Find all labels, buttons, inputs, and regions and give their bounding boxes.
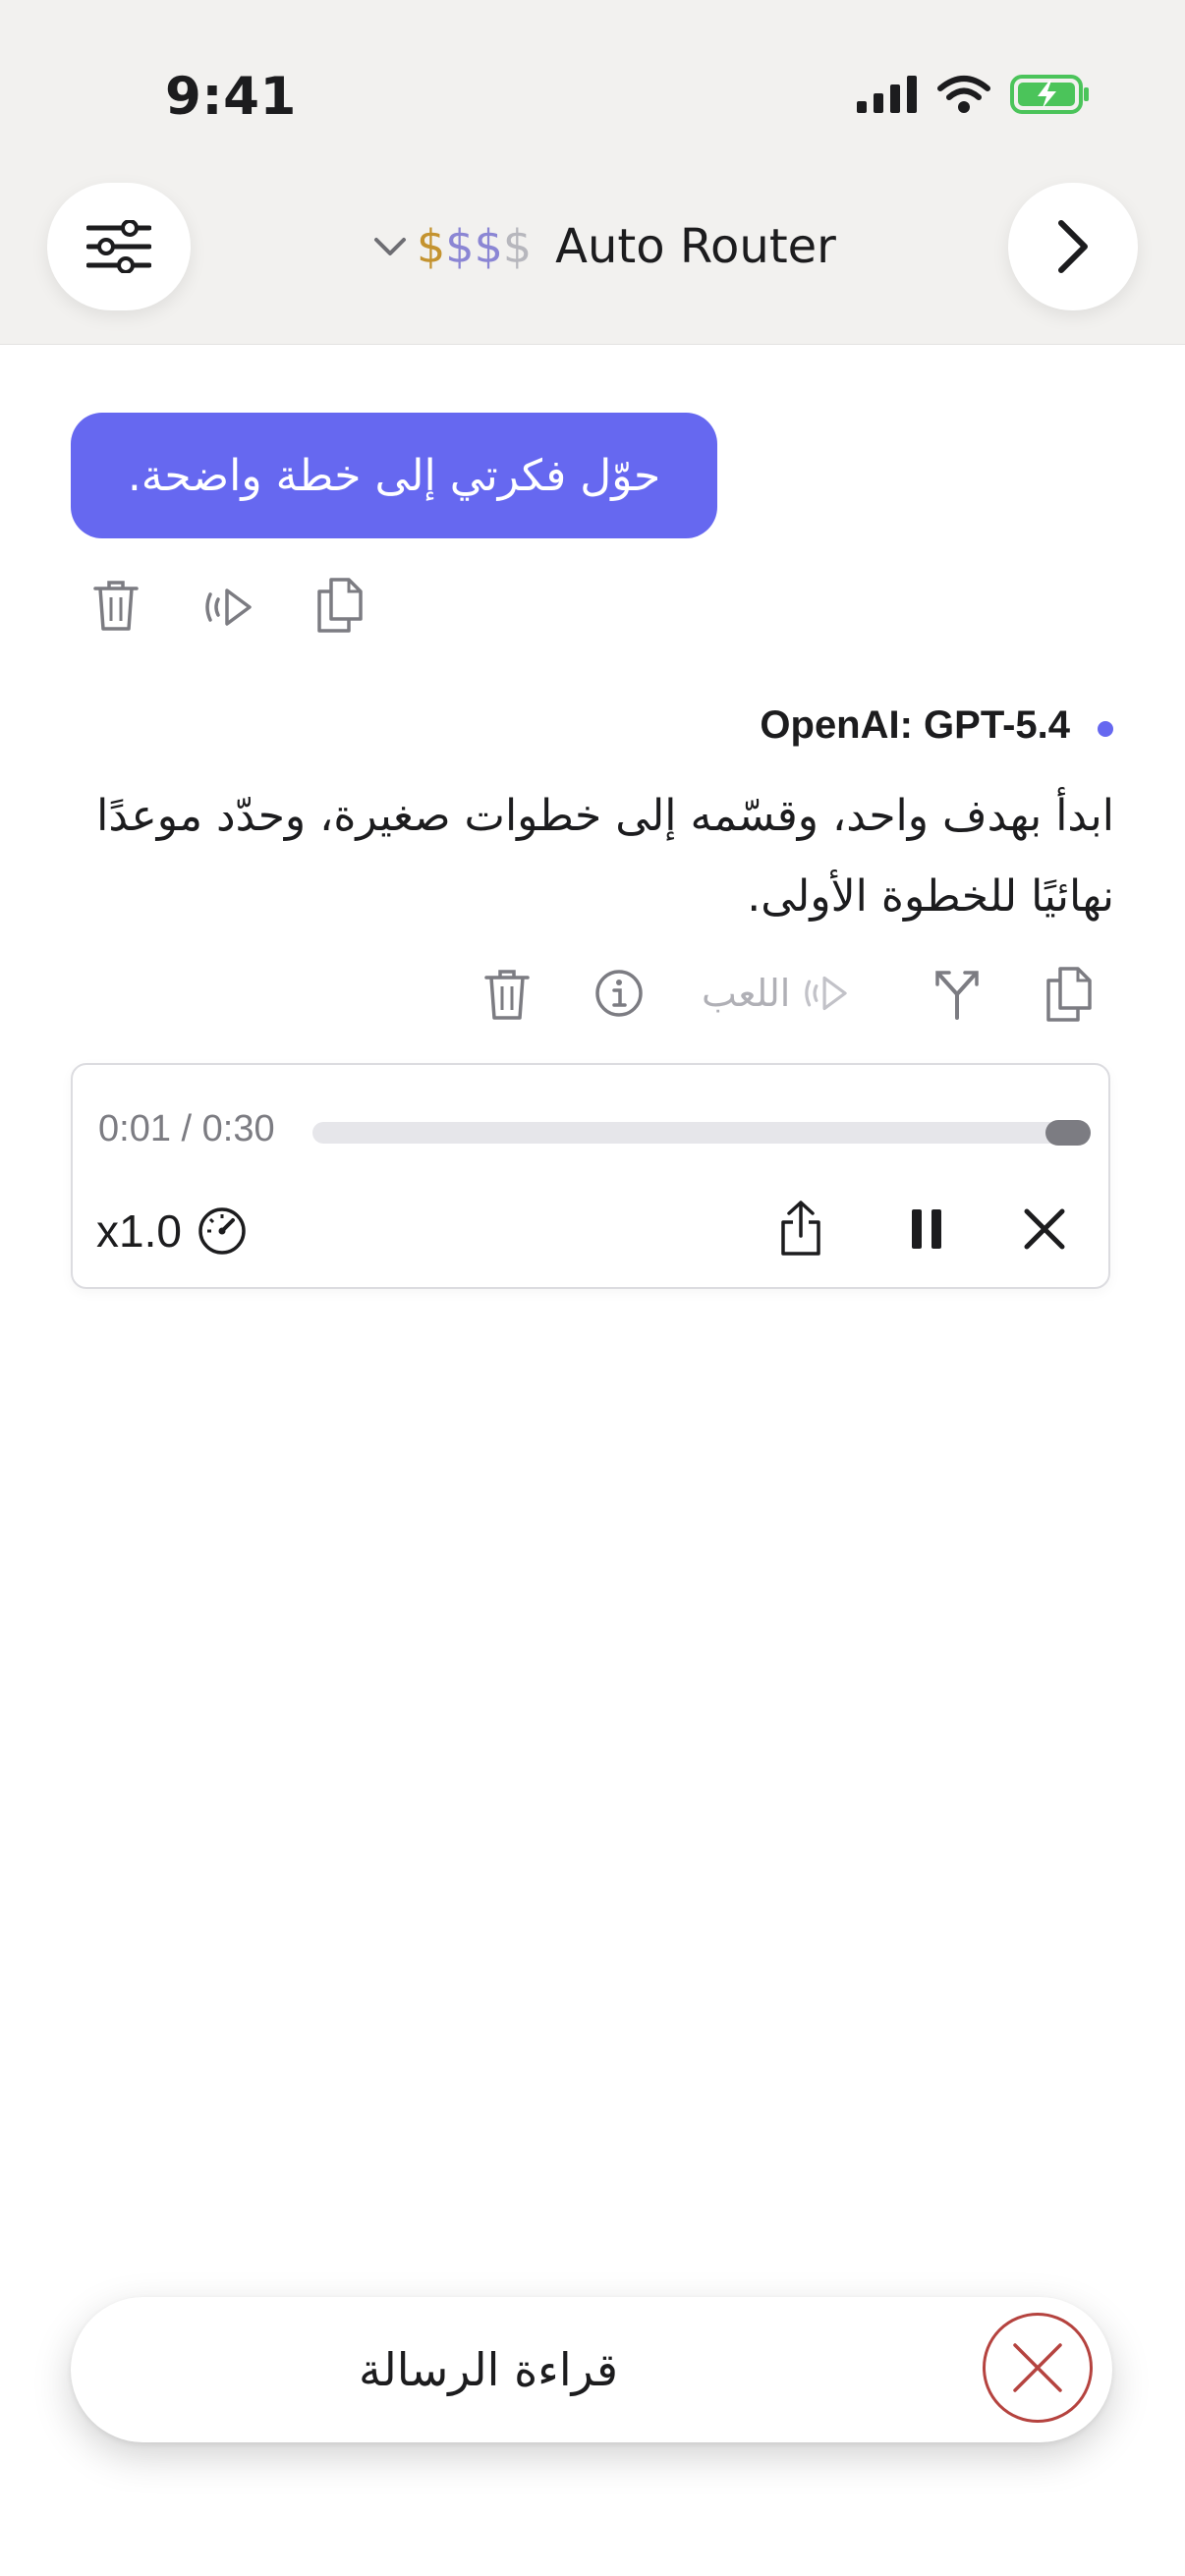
info-button[interactable] [590,963,649,1024]
top-header [0,0,1185,345]
wifi-icon [937,76,990,113]
delete-button[interactable] [86,574,145,637]
price-tier-dollar-4: $ [502,220,533,273]
battery-charging-icon [1010,75,1089,114]
pause-icon [912,1209,941,1249]
delete-button[interactable] [478,963,536,1026]
share-icon [781,1201,820,1256]
model-selector[interactable]: $ $ $ $ Auto Router [373,214,836,279]
price-tier-dollar-2: $ [445,220,475,273]
sliders-icon [86,220,151,273]
status-icons [857,75,1091,114]
progress-handle[interactable] [1045,1120,1091,1146]
model-status-dot [1098,721,1113,737]
copy-icon [1046,967,1092,1022]
status-time: 9:41 [165,67,297,127]
copy-button[interactable] [310,574,369,637]
pause-button[interactable] [892,1193,961,1265]
forward-button[interactable] [1008,183,1138,310]
branch-button[interactable] [928,963,987,1026]
share-button[interactable] [766,1189,835,1267]
settings-button[interactable] [47,183,191,310]
branch-icon [935,971,979,1020]
model-name: Auto Router [555,219,836,274]
toast-label: قراءة الرسالة [359,2343,618,2396]
progress-track[interactable] [312,1122,1065,1144]
chevron-right-icon [1058,220,1088,273]
copy-button[interactable] [1040,963,1099,1026]
read-aloud-button[interactable] [198,578,257,637]
cellular-signal-icon [857,76,917,113]
info-icon [595,970,643,1017]
price-tier-dollar-3: $ [474,220,503,273]
chevron-down-icon [374,238,406,255]
playback-speed-button[interactable]: x1.0 [96,1204,247,1258]
close-icon [1013,2343,1062,2392]
trash-icon [484,970,530,1020]
price-tier-dollar-1: $ [417,220,446,273]
close-icon [1024,1208,1065,1250]
speaker-play-icon [805,976,848,1011]
play-button[interactable]: اللعب [702,963,851,1024]
stop-reading-button[interactable] [983,2313,1093,2423]
playback-speed-label: x1.0 [96,1205,182,1257]
price-tier-indicator: $ $ $ $ [417,220,532,273]
copy-icon [317,578,363,633]
assistant-message-text: ابدأ بهدف واحد، وقسّمه إلى خطوات صغيرة، … [96,791,1114,922]
read-message-toast: قراءة الرسالة [71,2297,1112,2442]
trash-icon [93,581,139,631]
play-label: اللعب [702,972,791,1015]
user-message-bubble: حوّل فكرتي إلى خطة واضحة. [71,413,717,538]
playback-time: 0:01 / 0:30 [98,1108,275,1149]
assistant-model-label: OpenAI: GPT-5.4 [760,703,1070,747]
audio-player: 0:01 / 0:30 x1.0 [71,1063,1110,1289]
speaker-play-icon [205,588,252,626]
close-player-button[interactable] [1010,1193,1079,1265]
speedometer-icon [198,1207,246,1255]
